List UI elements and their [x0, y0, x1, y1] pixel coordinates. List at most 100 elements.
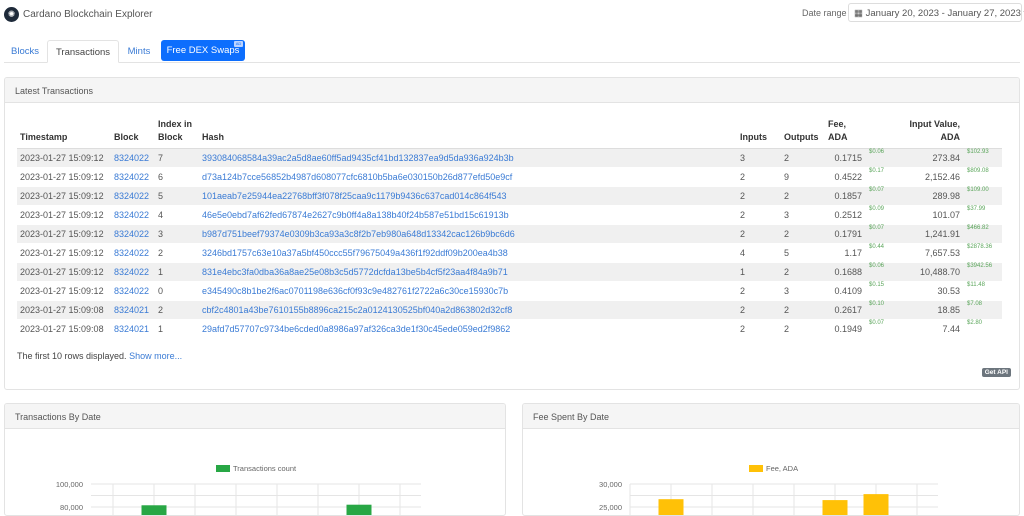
index-in-block: 5 — [155, 186, 199, 206]
col-input-value-usd — [963, 116, 1002, 149]
block-link[interactable]: 8324021 — [114, 305, 149, 315]
outputs: 9 — [781, 167, 825, 187]
fee-usd: $0.07 — [865, 224, 899, 244]
table-row: 2023-01-27 15:09:08 8324021 2 cbf2c4801a… — [17, 300, 1002, 320]
fee: 0.1949 — [825, 319, 865, 339]
fee-usd: $0.09 — [865, 205, 899, 225]
index-in-block: 4 — [155, 205, 199, 225]
timestamp: 2023-01-27 15:09:12 — [17, 167, 111, 187]
tab-transactions[interactable]: Transactions — [47, 40, 119, 63]
input-value: 18.85 — [899, 300, 963, 320]
fee: 0.1857 — [825, 186, 865, 206]
timestamp: 2023-01-27 15:09:12 — [17, 243, 111, 263]
hash-link[interactable]: 101aeab7e25944ea22768bff3f078f25caa9c117… — [202, 191, 506, 201]
hash-link[interactable]: b987d751beef79374e0309b3ca93a3c8f2b7eb98… — [202, 229, 515, 239]
col-input-value: Input Value, ADA — [899, 116, 963, 149]
index-in-block: 1 — [155, 262, 199, 282]
inputs: 1 — [737, 262, 781, 282]
col-index: Index in Block — [155, 116, 199, 149]
hash-link[interactable]: d73a124b7cce56852b4987d608077cfc6810b5ba… — [202, 172, 512, 182]
block-link[interactable]: 8324021 — [114, 324, 149, 334]
hash-link[interactable]: 3246bd1757c63e10a37a5bf450ccc55f79675049… — [202, 248, 508, 258]
hash-link[interactable]: cbf2c4801a43be7610155b8896ca215c2a012413… — [202, 305, 512, 315]
legend-label: Fee, ADA — [766, 464, 799, 473]
show-more-link[interactable]: Show more... — [129, 351, 182, 361]
outputs: 2 — [781, 319, 825, 339]
get-api-button[interactable]: Get API — [981, 368, 1011, 377]
legend-swatch — [749, 465, 763, 472]
block-link[interactable]: 8324022 — [114, 267, 149, 277]
ad-badge: AD — [234, 41, 243, 47]
col-fee: Fee, ADA — [825, 116, 865, 149]
calendar-icon: ▦ — [854, 8, 866, 19]
fee: 0.2512 — [825, 205, 865, 225]
fee-usd: $0.07 — [865, 186, 899, 206]
outputs: 3 — [781, 205, 825, 225]
input-value: 1,241.91 — [899, 224, 963, 244]
footer-text: The first 10 rows displayed. — [17, 351, 127, 361]
col-outputs: Outputs — [781, 116, 825, 149]
outputs: 2 — [781, 186, 825, 206]
top-bar: ✺ Cardano Blockchain Explorer Date range… — [0, 0, 1024, 30]
hash-link[interactable]: 29afd7d57707c9734be6cded0a8986a97af326ca… — [202, 324, 510, 334]
timestamp: 2023-01-27 15:09:12 — [17, 224, 111, 244]
fee: 1.17 — [825, 243, 865, 263]
tab-blocks[interactable]: Blocks — [4, 40, 46, 63]
transactions-chart: 100,000 80,000 — [56, 480, 421, 515]
hash-link[interactable]: 393084068584a39ac2a5d8ae60ff5ad9435cf41b… — [202, 153, 514, 163]
rows-footer: The first 10 rows displayed. Show more..… — [17, 351, 182, 361]
transactions-table: Timestamp Block Index in Block Hash Inpu… — [17, 116, 1002, 339]
fee-usd: $0.06 — [865, 262, 899, 282]
fee-usd: $0.06 — [865, 148, 899, 168]
outputs: 2 — [781, 300, 825, 320]
bar-2023-01-21 — [141, 505, 167, 515]
bar-2023-01-26 — [346, 504, 372, 515]
input-value: 2,152.46 — [899, 167, 963, 187]
inputs: 2 — [737, 224, 781, 244]
outputs: 2 — [781, 148, 825, 168]
hash-link[interactable]: 831e4ebc3fa0dba36a8ae25e08b3c5d5772dcfda… — [202, 267, 508, 277]
table-row: 2023-01-27 15:09:12 8324022 2 3246bd1757… — [17, 243, 1002, 263]
timestamp: 2023-01-27 15:09:12 — [17, 262, 111, 282]
inputs: 2 — [737, 300, 781, 320]
block-link[interactable]: 8324022 — [114, 286, 149, 296]
chart-legend: Transactions count — [216, 464, 296, 473]
fee: 0.1715 — [825, 148, 865, 168]
fee: 0.4109 — [825, 281, 865, 301]
free-dex-swaps-button[interactable]: Free DEX Swaps AD — [161, 40, 245, 61]
timestamp: 2023-01-27 15:09:08 — [17, 300, 111, 320]
input-value-usd: $809.08 — [963, 167, 1002, 187]
outputs: 2 — [781, 262, 825, 282]
chart-legend: Fee, ADA — [749, 464, 798, 473]
legend-label: Transactions count — [233, 464, 297, 473]
table-row: 2023-01-27 15:09:12 8324022 4 46e5e0ebd7… — [17, 205, 1002, 225]
fee-spent-by-date-card: Fee Spent By Date 30,000 25,000 Fee, ADA — [522, 403, 1020, 516]
date-range-label: Date range — [802, 8, 847, 18]
inputs: 4 — [737, 243, 781, 263]
block-link[interactable]: 8324022 — [114, 153, 149, 163]
fee: 0.2617 — [825, 300, 865, 320]
col-block: Block — [111, 116, 155, 149]
col-hash: Hash — [199, 116, 737, 149]
timestamp: 2023-01-27 15:09:08 — [17, 319, 111, 339]
block-link[interactable]: 8324022 — [114, 172, 149, 182]
inputs: 2 — [737, 319, 781, 339]
input-value-usd: $466.82 — [963, 224, 1002, 244]
hash-link[interactable]: 46e5e0ebd7af62fed67874e2627c9b0ff4a8a138… — [202, 210, 509, 220]
input-value-usd: $7.08 — [963, 300, 1002, 320]
table-row: 2023-01-27 15:09:12 8324022 5 101aeab7e2… — [17, 186, 1002, 206]
block-link[interactable]: 8324022 — [114, 229, 149, 239]
date-range-picker[interactable]: ▦ January 20, 2023 - January 27, 2023 ▾ — [848, 3, 1024, 22]
block-link[interactable]: 8324022 — [114, 191, 149, 201]
tab-mints[interactable]: Mints — [119, 40, 159, 63]
inputs: 2 — [737, 186, 781, 206]
hash-link[interactable]: e345490c8b1be2f6ac0701198e636cf0f93c9e48… — [202, 286, 508, 296]
table-row: 2023-01-27 15:09:12 8324022 6 d73a124b7c… — [17, 167, 1002, 187]
table-row: 2023-01-27 15:09:12 8324022 1 831e4ebc3f… — [17, 262, 1002, 282]
bar-2023-01-26 — [863, 494, 889, 515]
index-in-block: 7 — [155, 148, 199, 168]
input-value: 7.44 — [899, 319, 963, 339]
block-link[interactable]: 8324022 — [114, 210, 149, 220]
block-link[interactable]: 8324022 — [114, 248, 149, 258]
input-value: 30.53 — [899, 281, 963, 301]
